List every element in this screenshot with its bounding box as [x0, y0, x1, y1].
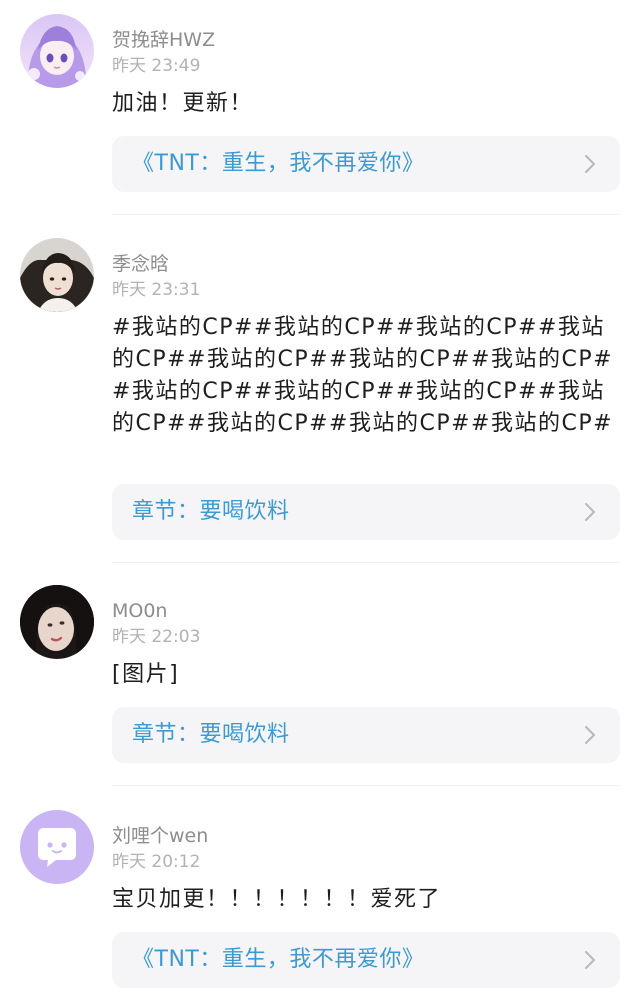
chapter-link-card[interactable]: 章节：要喝饮料: [112, 484, 620, 540]
link-label: 《TNT：重生，我不再爱你》: [132, 947, 425, 972]
username[interactable]: 季念晗: [112, 252, 169, 276]
divider: [112, 214, 620, 215]
chevron-right-icon: [585, 155, 595, 173]
comment-text: #我站的CP##我站的CP##我站的CP##我站的CP##我站的CP##我站的C…: [112, 315, 614, 436]
avatar[interactable]: [20, 14, 94, 88]
link-label: 《TNT：重生，我不再爱你》: [132, 151, 425, 176]
chevron-right-icon: [585, 726, 595, 744]
username[interactable]: 贺挽辞HWZ: [112, 28, 215, 52]
divider: [112, 785, 620, 786]
avatar[interactable]: [20, 238, 94, 312]
comment-text: 宝贝加更！！！！！！！爱死了: [112, 887, 442, 912]
photo-avatar-icon: [20, 585, 94, 659]
link-label: 章节：要喝饮料: [132, 722, 290, 747]
avatar[interactable]: [20, 810, 94, 884]
timestamp: 昨天 23:31: [112, 280, 201, 300]
timestamp: 昨天 22:03: [112, 627, 201, 647]
book-link-card[interactable]: 《TNT：重生，我不再爱你》: [112, 932, 620, 988]
anime-girl-avatar-icon: [20, 14, 94, 88]
comment-text: 加油！更新！: [112, 91, 254, 116]
chevron-right-icon: [585, 951, 595, 969]
link-label: 章节：要喝饮料: [132, 499, 290, 524]
comment-text: [图片]: [112, 662, 180, 687]
timestamp: 昨天 20:12: [112, 852, 201, 872]
timestamp: 昨天 23:49: [112, 56, 201, 76]
photo-avatar-icon: [20, 238, 94, 312]
divider: [112, 562, 620, 563]
chevron-right-icon: [585, 503, 595, 521]
comment-feed: 贺挽辞HWZ 昨天 23:49 加油！更新！ 《TNT：重生，我不再爱你》 季念…: [0, 0, 640, 999]
chat-bubble-avatar-icon: [20, 810, 94, 884]
avatar[interactable]: [20, 585, 94, 659]
username[interactable]: 刘哩个wen: [112, 824, 208, 848]
username[interactable]: MO0n: [112, 599, 167, 623]
book-link-card[interactable]: 《TNT：重生，我不再爱你》: [112, 136, 620, 192]
chapter-link-card[interactable]: 章节：要喝饮料: [112, 707, 620, 763]
